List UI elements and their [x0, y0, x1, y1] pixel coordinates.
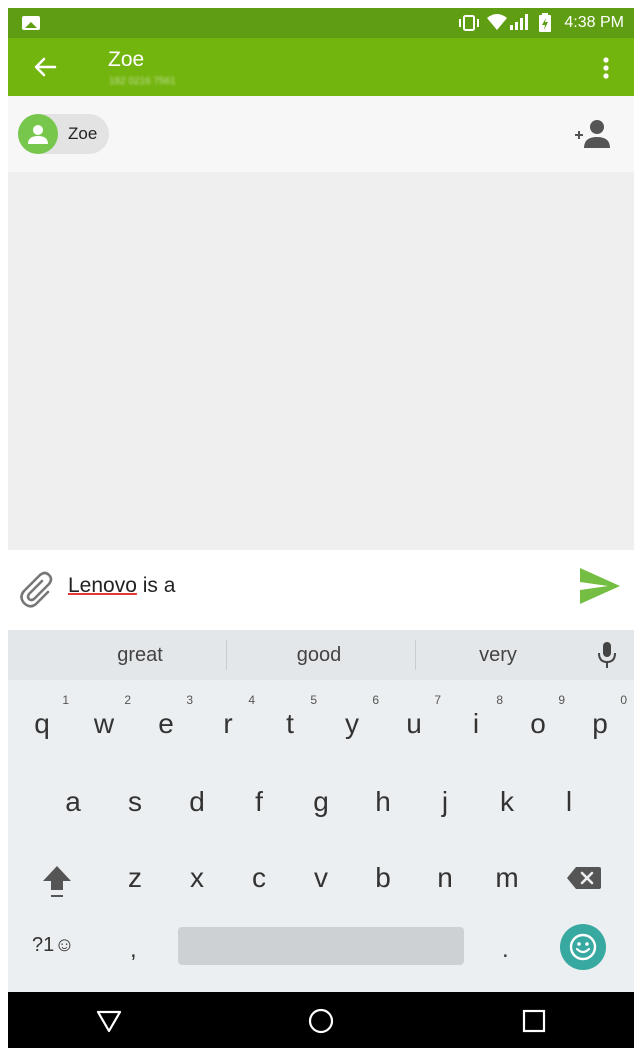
- key-c[interactable]: c: [228, 847, 290, 909]
- app-bar: Zoe 182 0216 7561: [8, 38, 634, 96]
- emoji-button[interactable]: [560, 924, 606, 970]
- key-x[interactable]: x: [166, 847, 228, 909]
- avatar: [18, 114, 58, 154]
- message-input[interactable]: Lenovo is a: [68, 574, 175, 598]
- add-person-icon[interactable]: [572, 118, 612, 150]
- key-z[interactable]: z: [104, 847, 166, 909]
- key-d[interactable]: d: [166, 771, 228, 833]
- microphone-icon[interactable]: [594, 640, 620, 670]
- symbols-key[interactable]: ?1☺: [32, 934, 75, 957]
- misspelled-word[interactable]: Lenovo: [68, 574, 137, 597]
- key-l[interactable]: l: [538, 771, 600, 833]
- send-icon[interactable]: [578, 564, 622, 608]
- suggestion-2[interactable]: good: [224, 644, 414, 667]
- keyboard: great good very q1 w2 e3 r4 t5 y6 u7 i8 …: [8, 630, 634, 992]
- key-s[interactable]: s: [104, 771, 166, 833]
- key-g[interactable]: g: [290, 771, 352, 833]
- key-v[interactable]: v: [290, 847, 352, 909]
- key-f[interactable]: f: [228, 771, 290, 833]
- message-text: is a: [136, 574, 176, 597]
- key-j[interactable]: j: [414, 771, 476, 833]
- attach-icon[interactable]: [18, 570, 56, 608]
- key-y[interactable]: y6: [321, 693, 383, 755]
- key-q[interactable]: q1: [11, 693, 73, 755]
- key-t[interactable]: t5: [259, 693, 321, 755]
- emoji-icon: [569, 933, 597, 961]
- status-time: 4:38 PM: [564, 14, 624, 31]
- key-r[interactable]: r4: [197, 693, 259, 755]
- key-p[interactable]: p0: [569, 693, 631, 755]
- suggestion-1[interactable]: great: [45, 644, 235, 667]
- conversation-title: Zoe: [108, 48, 145, 71]
- backspace-icon[interactable]: [566, 865, 602, 891]
- phone-screen: 4:38 PM Zoe 182 0216 7561 Zoe Lenovo is …: [8, 8, 634, 1048]
- comma-key[interactable]: ,: [130, 936, 137, 964]
- recipient-name: Zoe: [68, 124, 98, 143]
- home-circle-icon[interactable]: [306, 1006, 336, 1036]
- conversation-area: [8, 172, 634, 550]
- recipient-chip[interactable]: Zoe: [18, 114, 110, 154]
- conversation-phone-number: 182 0216 7561: [109, 76, 176, 87]
- person-icon: [28, 125, 48, 144]
- key-k[interactable]: k: [476, 771, 538, 833]
- wifi-icon: [487, 14, 507, 30]
- key-e[interactable]: e3: [135, 693, 197, 755]
- status-bar: 4:38 PM: [8, 8, 634, 38]
- recents-square-icon[interactable]: [519, 1006, 549, 1036]
- key-w[interactable]: w2: [73, 693, 135, 755]
- key-n[interactable]: n: [414, 847, 476, 909]
- overflow-menu-icon[interactable]: [596, 54, 616, 82]
- key-m[interactable]: m: [476, 847, 538, 909]
- key-u[interactable]: u7: [383, 693, 445, 755]
- key-o[interactable]: o9: [507, 693, 569, 755]
- shift-icon[interactable]: [40, 864, 74, 900]
- recipients-bar: Zoe: [8, 96, 634, 172]
- period-key[interactable]: .: [502, 936, 509, 964]
- navigation-bar: [8, 992, 634, 1048]
- key-h[interactable]: h: [352, 771, 414, 833]
- key-i[interactable]: i8: [445, 693, 507, 755]
- signal-icon: [510, 14, 528, 30]
- battery-icon: [539, 13, 551, 32]
- compose-bar: Lenovo is a: [8, 550, 634, 630]
- key-a[interactable]: a: [42, 771, 104, 833]
- suggestion-3[interactable]: very: [403, 644, 593, 667]
- spacebar[interactable]: [178, 927, 464, 965]
- back-arrow-icon[interactable]: [30, 52, 60, 82]
- vibrate-icon: [459, 15, 479, 31]
- suggestion-strip: great good very: [8, 630, 634, 680]
- image-notification-icon: [22, 16, 40, 30]
- back-triangle-icon[interactable]: [94, 1006, 124, 1036]
- key-b[interactable]: b: [352, 847, 414, 909]
